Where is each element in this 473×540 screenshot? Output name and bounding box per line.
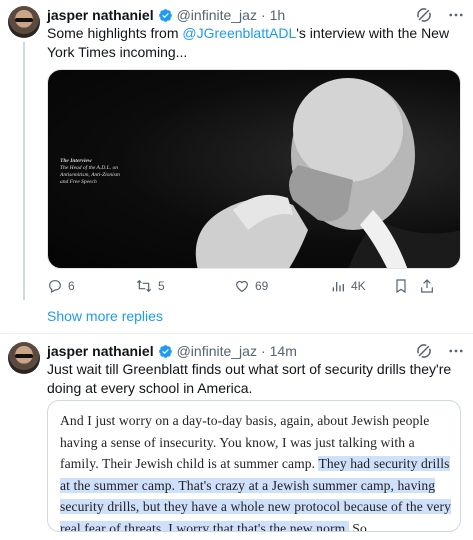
image-caption: The Interview The Head of the A.D.L. on … [60, 158, 120, 186]
header-actions [415, 342, 465, 360]
thread-line [23, 42, 25, 300]
repost-button[interactable]: 5 [135, 278, 165, 294]
verified-badge-icon [158, 344, 172, 358]
reply-icon [49, 280, 61, 294]
share-button[interactable] [419, 278, 435, 294]
timestamp[interactable]: 14m [270, 343, 297, 359]
bookmark-button[interactable] [393, 278, 409, 294]
quote-tail-text: So [348, 520, 367, 532]
header-actions [415, 6, 465, 24]
author-handle[interactable]: @infinite_jaz [177, 7, 257, 23]
more-icon[interactable] [447, 342, 465, 360]
author-name[interactable]: jasper nathaniel [47, 343, 154, 359]
views-button[interactable]: 4K [330, 278, 366, 294]
share-icon [421, 279, 433, 293]
grok-icon[interactable] [415, 342, 433, 360]
separator-dot: · [260, 343, 266, 359]
repost-count: 5 [158, 279, 165, 293]
bookmark-icon [396, 279, 406, 294]
tweet-text: Some highlights from @JGreenblattADL's i… [47, 24, 457, 62]
repost-icon [136, 279, 152, 293]
tweet-1[interactable]: jasper nathaniel @infinite_jaz · 1h Some… [0, 0, 473, 300]
mention-link[interactable]: @JGreenblattADL [182, 25, 296, 41]
quoted-image[interactable]: And I just worry on a day-to-day basis, … [47, 400, 461, 532]
avatar[interactable] [8, 342, 40, 374]
caption-title: The Interview [60, 158, 92, 164]
more-icon[interactable] [447, 6, 465, 24]
views-count: 4K [351, 279, 366, 293]
like-button[interactable]: 69 [234, 278, 268, 294]
tweet-image[interactable]: The Interview The Head of the A.D.L. on … [47, 69, 461, 269]
tweet-text: Just wait till Greenblatt finds out what… [47, 361, 452, 396]
reply-button[interactable]: 6 [47, 278, 75, 294]
tweet-header: jasper nathaniel @infinite_jaz · 1h [47, 6, 285, 24]
show-more-replies-link[interactable]: Show more replies [47, 308, 163, 324]
tweet-text-part: Some highlights from [47, 25, 183, 41]
grok-icon[interactable] [415, 6, 433, 24]
author-name[interactable]: jasper nathaniel [47, 7, 154, 23]
views-icon [332, 282, 344, 292]
like-count: 69 [255, 279, 269, 293]
tweet-header: jasper nathaniel @infinite_jaz · 14m [47, 342, 297, 360]
timestamp[interactable]: 1h [270, 7, 286, 23]
separator-dot: · [260, 7, 266, 23]
avatar[interactable] [8, 6, 40, 38]
quoted-text: And I just worry on a day-to-day basis, … [60, 410, 456, 532]
like-icon [236, 280, 248, 293]
author-handle[interactable]: @infinite_jaz [177, 343, 257, 359]
reply-count: 6 [68, 279, 75, 293]
caption-body: The Head of the A.D.L. on Antisemitism, … [60, 165, 120, 185]
verified-badge-icon [158, 8, 172, 22]
action-bar: 6 5 69 4K [47, 278, 457, 294]
